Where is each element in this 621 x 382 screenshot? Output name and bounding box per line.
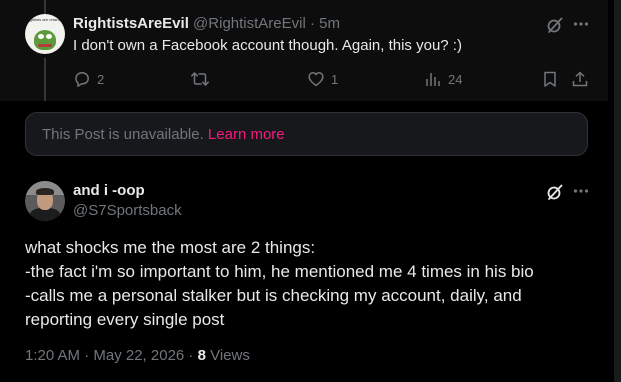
- unavailable-post-notice: This Post is unavailable. Learn more: [25, 112, 588, 156]
- grok-icon[interactable]: [546, 16, 564, 34]
- views-label: Views: [205, 347, 250, 364]
- frog-mouth: [38, 44, 52, 47]
- views-button[interactable]: 24: [424, 68, 462, 90]
- reply-count: 2: [97, 71, 105, 87]
- avatar-hair: [36, 188, 54, 195]
- action-bar: 2 1 24: [73, 68, 593, 90]
- analytics-icon: [424, 70, 442, 88]
- repost-icon: [190, 70, 210, 88]
- post-text-line: reporting every single post: [25, 310, 225, 329]
- author-handle[interactable]: @S7Sportsback: [73, 201, 182, 221]
- share-button[interactable]: [571, 68, 589, 90]
- page: Rightists are retarded RightistsAreEvil …: [0, 0, 621, 382]
- like-button[interactable]: 1: [307, 68, 338, 90]
- views-count: 24: [448, 71, 463, 87]
- grok-icon[interactable]: [546, 183, 564, 201]
- more-icon[interactable]: [572, 182, 590, 200]
- share-icon: [571, 70, 589, 88]
- post-time[interactable]: 5m: [319, 15, 340, 32]
- bookmark-button[interactable]: [541, 68, 559, 90]
- reply-top-icons: [546, 15, 596, 35]
- thread-line-bottom: [44, 58, 46, 101]
- learn-more-link[interactable]: Learn more: [208, 126, 285, 143]
- unavailable-text: This Post is unavailable.: [42, 126, 204, 143]
- author-avatar[interactable]: [25, 181, 65, 221]
- avatar[interactable]: Rightists are retarded: [25, 14, 65, 54]
- like-count: 1: [331, 71, 339, 87]
- repost-button[interactable]: [190, 68, 216, 90]
- thread-line-top: [44, 0, 46, 14]
- separator-dot: ·: [309, 15, 315, 32]
- post-timestamp[interactable]: 1:20 AM · May 22, 2026: [25, 347, 184, 364]
- reply-header: RightistsAreEvil @RightistAreEvil · 5m: [73, 14, 340, 34]
- scrollbar[interactable]: [614, 0, 621, 382]
- reply-post[interactable]: Rightists are retarded RightistsAreEvil …: [0, 0, 608, 101]
- handle[interactable]: @RightistAreEvil: [193, 15, 306, 32]
- post-text-line: what shocks me the most are 2 things:: [25, 238, 316, 257]
- unavailable-message: This Post is unavailable. Learn more: [42, 125, 285, 145]
- main-top-icons: [546, 182, 596, 202]
- frog-eye-right: [46, 34, 52, 39]
- reply-text: I don't own a Facebook account though. A…: [73, 37, 462, 54]
- reply-button[interactable]: 2: [73, 68, 104, 90]
- avatar-caption: Rightists are retarded: [25, 17, 65, 22]
- meta-separator: ·: [184, 347, 198, 364]
- bookmark-icon: [541, 70, 559, 88]
- display-name[interactable]: RightistsAreEvil: [73, 15, 189, 32]
- reply-icon: [73, 70, 91, 88]
- author-display-name[interactable]: and i -oop: [73, 181, 145, 201]
- heart-icon: [307, 70, 325, 88]
- post-meta: 1:20 AM · May 22, 2026 · 8 Views: [25, 346, 250, 366]
- frog-eye-left: [38, 34, 44, 39]
- views-count: 8: [197, 347, 206, 364]
- more-icon[interactable]: [572, 15, 590, 33]
- post-text-line: -calls me a personal stalker but is chec…: [25, 286, 522, 305]
- post-text: what shocks me the most are 2 things: -t…: [25, 236, 595, 332]
- post-text-line: -the fact i'm so important to him, he me…: [25, 262, 534, 281]
- frog-illustration: [34, 30, 56, 50]
